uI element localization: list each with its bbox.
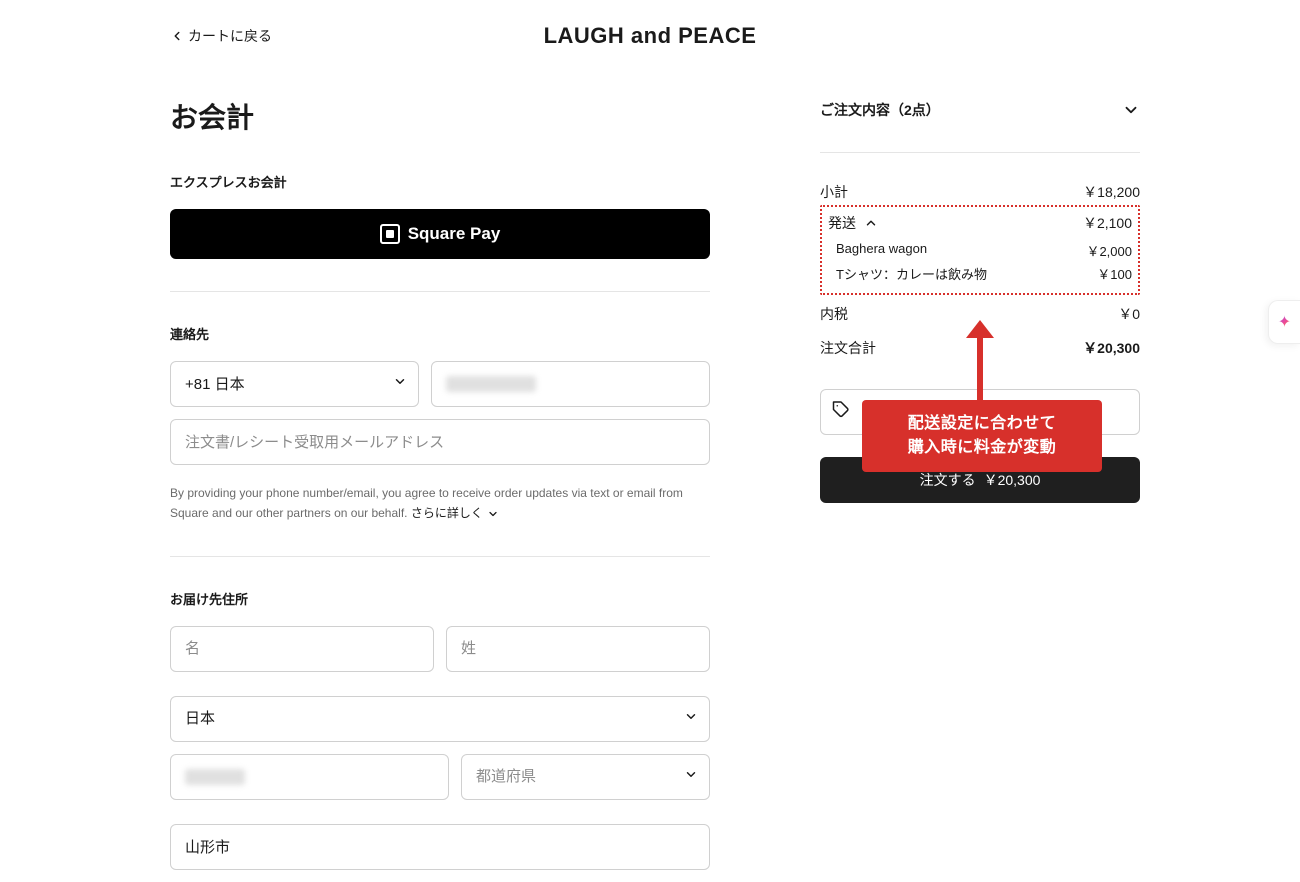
divider bbox=[170, 556, 710, 557]
postal-code-input[interactable] bbox=[170, 754, 449, 800]
consent-text: By providing your phone number/email, yo… bbox=[170, 483, 710, 524]
divider bbox=[170, 291, 710, 292]
phone-input[interactable] bbox=[431, 361, 710, 407]
shipping-line-item: Tシャツ：カレーは飲み物 ￥100 bbox=[828, 262, 1132, 285]
brand-title: LAUGH and PEACE bbox=[544, 23, 757, 49]
city-input[interactable] bbox=[170, 824, 710, 870]
tag-icon bbox=[832, 401, 850, 424]
contact-section-label: 連絡先 bbox=[170, 324, 710, 343]
square-logo-icon bbox=[380, 224, 400, 244]
chevron-left-icon bbox=[170, 29, 184, 43]
redacted-value bbox=[446, 376, 536, 392]
shipping-breakdown-highlight: 発送 ￥2,100 Baghera wagon ￥2,000 Tシャツ：カレーは… bbox=[820, 205, 1140, 295]
square-pay-button[interactable]: Square Pay bbox=[170, 209, 710, 259]
email-input[interactable] bbox=[170, 419, 710, 465]
chevron-up-icon bbox=[864, 216, 878, 230]
express-checkout-label: エクスプレスお会計 bbox=[170, 172, 710, 191]
prefecture-select[interactable]: 都道府県 bbox=[461, 754, 710, 800]
country-code-select[interactable]: +81 日本 bbox=[170, 361, 419, 407]
last-name-input[interactable] bbox=[446, 626, 710, 672]
country-select[interactable]: 日本 bbox=[170, 696, 710, 742]
sparkle-icon: ✦ bbox=[1278, 312, 1291, 332]
learn-more-link[interactable]: さらに詳しく bbox=[411, 503, 499, 523]
redacted-value bbox=[185, 769, 245, 785]
ai-assist-fab[interactable]: ✦ bbox=[1268, 300, 1300, 344]
back-to-cart-link[interactable]: カートに戻る bbox=[170, 26, 272, 46]
first-name-input[interactable] bbox=[170, 626, 434, 672]
shipping-section-label: お届け先住所 bbox=[170, 589, 710, 608]
subtotal-row: 小計 ￥18,200 bbox=[820, 175, 1140, 209]
page-title: お会計 bbox=[170, 96, 710, 136]
shipping-line-item: Baghera wagon ￥2,000 bbox=[828, 239, 1132, 262]
annotation-arrow bbox=[977, 335, 983, 400]
back-link-label: カートに戻る bbox=[188, 26, 272, 46]
shipping-toggle[interactable]: 発送 ￥2,100 bbox=[828, 213, 1132, 239]
chevron-down-icon bbox=[1122, 101, 1140, 119]
chevron-down-icon bbox=[487, 508, 499, 520]
annotation-callout: 配送設定に合わせて 購入時に料金が変動 bbox=[862, 400, 1102, 472]
divider bbox=[820, 152, 1140, 153]
order-summary-label: ご注文内容（2点） bbox=[820, 100, 940, 120]
square-pay-label: Square Pay bbox=[408, 224, 501, 244]
order-summary-toggle[interactable]: ご注文内容（2点） bbox=[820, 96, 1140, 138]
